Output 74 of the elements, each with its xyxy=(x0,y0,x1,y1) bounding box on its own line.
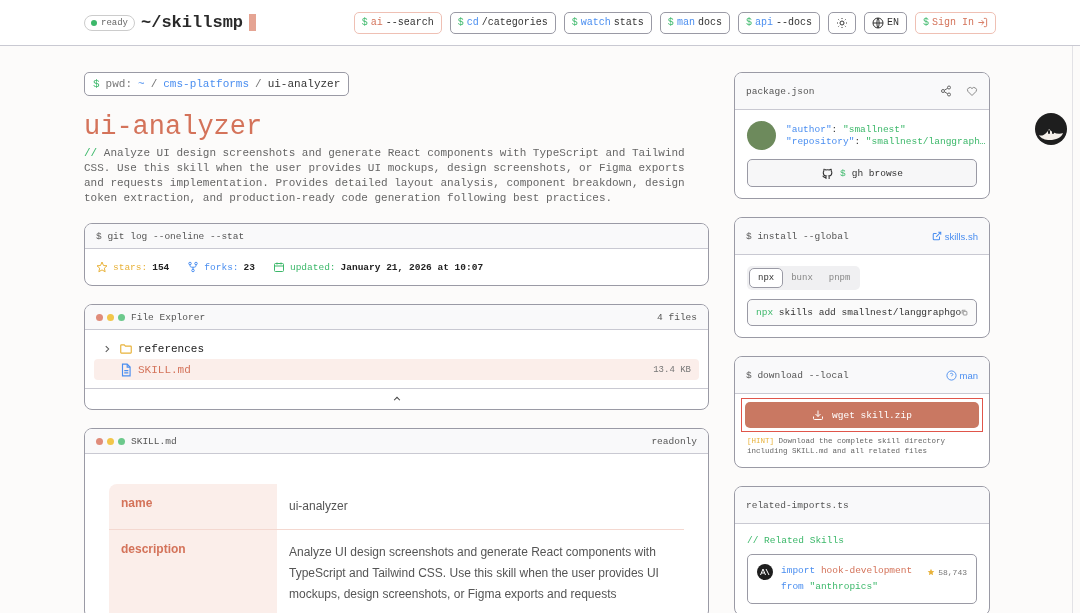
nav-button[interactable]: $ man docs xyxy=(659,11,730,34)
window-dots-drawing xyxy=(96,437,125,445)
calendar-icon xyxy=(272,261,285,273)
related-skill-card[interactable]: import hook-development from "anthropics" 58,743 xyxy=(747,554,977,604)
gh-browse-button[interactable]: $ gh browse xyxy=(747,159,977,187)
sun-icon xyxy=(835,16,848,29)
site-logo[interactable]: ~/skillsmp xyxy=(141,13,244,32)
table-cell: name xyxy=(109,484,277,529)
table-cell: description xyxy=(109,530,277,613)
nav-button[interactable]: $ ai --search xyxy=(353,11,442,34)
panel-title: SKILL.md xyxy=(131,435,177,447)
sign-in-icon xyxy=(977,17,988,28)
chat-bubble-icon[interactable] xyxy=(1035,113,1067,145)
package-manager-tab[interactable]: npx xyxy=(749,268,784,288)
metadata-line: "author": "smallnest" xyxy=(786,123,907,136)
stat-value: 154 xyxy=(152,261,170,273)
table-cell-text: ui-analyzer xyxy=(288,498,349,515)
status-label: ready xyxy=(101,17,128,28)
skill-description: // Analyze UI design screenshots and generate React components with TypeScript and Tailwind CSS. Use this skill when the user provides UI mockups, design screenshots, or Figma exports and requests implementation. Provides detailed layout analysis, component breakdown, design token extraction, and production-ready code generation following best practices. xyxy=(84,146,686,206)
stat-value: January 21, 2026 at 10:07 xyxy=(340,261,484,273)
prompt-sign: $ xyxy=(93,78,100,90)
star-icon xyxy=(927,568,936,576)
import-keyword: import xyxy=(781,565,816,576)
collapse-icon[interactable] xyxy=(391,394,402,404)
command-text: $ git log --oneline --stat xyxy=(96,230,245,242)
fork-icon xyxy=(187,261,200,273)
breadcrumb-label: pwd: xyxy=(105,78,132,90)
nav-button[interactable]: $ api --docs xyxy=(737,11,820,34)
cursor-icon xyxy=(249,14,257,31)
folder-icon xyxy=(119,341,133,356)
globe-icon xyxy=(871,16,884,29)
file-count: 4 files xyxy=(657,311,697,323)
mode-label: readonly xyxy=(651,435,697,447)
file-size: 13.4 KB xyxy=(653,364,691,375)
breadcrumb-link[interactable]: ~ xyxy=(138,78,145,90)
file-row[interactable]: SKILL.md 13.4 KB xyxy=(94,359,699,380)
nav-button[interactable]: $ cd /categories xyxy=(449,11,556,34)
skill-name: hook-development xyxy=(820,565,913,576)
heart-icon[interactable] xyxy=(966,85,978,97)
install-command: npx skills add smallnest/langgraphgo xyxy=(756,307,962,318)
window-dots-drawing xyxy=(96,313,125,321)
stat-label: updated: xyxy=(289,261,336,273)
github-icon xyxy=(821,166,834,180)
section-heading: // Related Skills xyxy=(747,535,845,546)
help-icon xyxy=(945,369,957,381)
page-title: ui-analyzer xyxy=(84,112,264,142)
star-icon xyxy=(96,261,108,273)
download-icon xyxy=(812,409,825,421)
stat-label: forks: xyxy=(204,261,239,273)
stat-label: stars: xyxy=(113,261,148,273)
breadcrumb-separator: / xyxy=(150,78,158,90)
panel-title: File Explorer xyxy=(131,311,206,323)
file-name: SKILL.md xyxy=(138,363,191,376)
panel-title: $ download --local xyxy=(746,369,849,381)
file-icon xyxy=(119,362,133,377)
external-link-icon xyxy=(931,231,942,241)
star-count: 58,743 xyxy=(938,567,967,579)
stat-value: 23 xyxy=(243,261,255,273)
file-row[interactable]: references xyxy=(94,338,699,359)
nav-button[interactable]: $ watch stats xyxy=(563,11,652,34)
panel-title: $ install --global xyxy=(746,230,849,242)
panel-title: related-imports.ts xyxy=(746,499,849,511)
org-logo-icon xyxy=(757,564,773,580)
skill-source: from "anthropics" xyxy=(781,580,879,594)
breadcrumb-current: ui-analyzer xyxy=(267,78,341,90)
panel-title: package.json xyxy=(746,85,815,97)
share-icon[interactable] xyxy=(940,85,952,97)
metadata-line: "repository": "smallnest/langgraph… xyxy=(786,135,986,148)
file-name: references xyxy=(138,342,204,355)
language-button[interactable]: EN xyxy=(863,11,907,34)
table-cell-text: Analyze UI design screenshots and generate React components with TypeScript and Tailwind CSS. Use this skill when the user provides UI mockups, design screenshots, or Figma exports and requests xyxy=(288,544,660,603)
avatar-placeholder xyxy=(747,121,776,150)
theme-toggle-button[interactable] xyxy=(827,11,856,34)
breadcrumb-separator: / xyxy=(255,78,262,90)
